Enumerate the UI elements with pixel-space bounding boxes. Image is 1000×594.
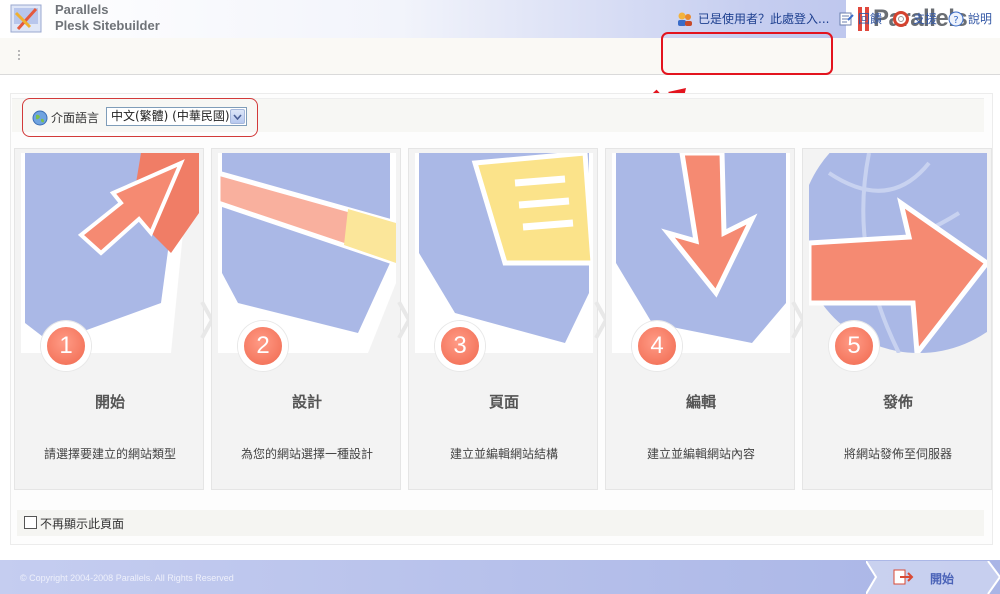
step-number-badge: 4 bbox=[632, 321, 682, 371]
brand-name: Parallels bbox=[55, 2, 109, 17]
lifebuoy-icon bbox=[893, 10, 909, 27]
feedback-link[interactable]: 回饋 bbox=[838, 0, 882, 37]
start-illustration bbox=[21, 153, 199, 353]
step-number-badge: 2 bbox=[238, 321, 288, 371]
step-card-pages[interactable]: 3 頁面 建立並編輯網站結構 bbox=[408, 148, 598, 490]
step-card-edit[interactable]: 4 編輯 建立並編輯網站內容 bbox=[605, 148, 795, 490]
language-select[interactable]: 中文(繁體) (中華民國) bbox=[106, 107, 247, 126]
chevron-down-icon[interactable] bbox=[230, 109, 245, 124]
product-name: Plesk Sitebuilder bbox=[55, 18, 160, 33]
publish-illustration bbox=[809, 153, 987, 353]
step-title: 發佈 bbox=[882, 393, 913, 411]
step-card-design[interactable]: 2 設計 為您的網站選擇一種設計 bbox=[211, 148, 401, 490]
dont-show-bar bbox=[17, 510, 984, 536]
step-title: 編輯 bbox=[685, 393, 716, 411]
edit-illustration bbox=[612, 153, 790, 353]
help-icon: ? bbox=[948, 11, 964, 26]
start-button-label[interactable]: 開始 bbox=[930, 570, 954, 587]
step-number-badge: 5 bbox=[829, 321, 879, 371]
toolbar-grip-icon bbox=[18, 50, 26, 64]
step-title: 開始 bbox=[94, 393, 125, 411]
step-number-badge: 3 bbox=[435, 321, 485, 371]
users-icon bbox=[678, 12, 692, 26]
login-label: 已是使用者？此處登入... bbox=[698, 12, 830, 26]
feedback-icon bbox=[839, 12, 854, 25]
globe-icon bbox=[32, 110, 48, 126]
login-highlight-box bbox=[661, 32, 833, 75]
toolbar bbox=[0, 38, 1000, 75]
help-link[interactable]: ? 說明 bbox=[948, 0, 992, 37]
step-description: 將網站發佈至伺服器 bbox=[843, 447, 952, 461]
step-title: 頁面 bbox=[488, 393, 519, 411]
design-illustration bbox=[218, 153, 396, 353]
copyright-text: © Copyright 2004-2008 Parallels. All Rig… bbox=[20, 573, 234, 583]
dont-show-label[interactable]: 不再顯示此頁面 bbox=[40, 515, 124, 532]
pages-illustration bbox=[415, 153, 593, 353]
step-card-publish[interactable]: 5 發佈 將網站發佈至伺服器 bbox=[802, 148, 992, 490]
support-link[interactable]: 支援 bbox=[893, 0, 937, 37]
feedback-label: 回饋 bbox=[858, 12, 883, 26]
step-card-start[interactable]: 1 開始 請選擇要建立的網站類型 bbox=[14, 148, 204, 490]
support-label: 支援 bbox=[913, 12, 938, 26]
step-description: 建立並編輯網站結構 bbox=[449, 447, 558, 461]
sitebuilder-logo-icon bbox=[10, 4, 42, 33]
step-title: 設計 bbox=[291, 393, 322, 411]
dont-show-checkbox[interactable] bbox=[24, 516, 37, 529]
language-selected-value: 中文(繁體) (中華民國) bbox=[111, 109, 230, 123]
step-description: 建立並編輯網站內容 bbox=[646, 447, 755, 461]
language-label: 介面語言 bbox=[51, 111, 100, 125]
step-description: 請選擇要建立的網站類型 bbox=[43, 447, 176, 461]
step-number-badge: 1 bbox=[41, 321, 91, 371]
svg-text:?: ? bbox=[953, 15, 958, 26]
step-description: 為您的網站選擇一種設計 bbox=[240, 447, 373, 461]
help-label: 說明 bbox=[968, 12, 993, 26]
